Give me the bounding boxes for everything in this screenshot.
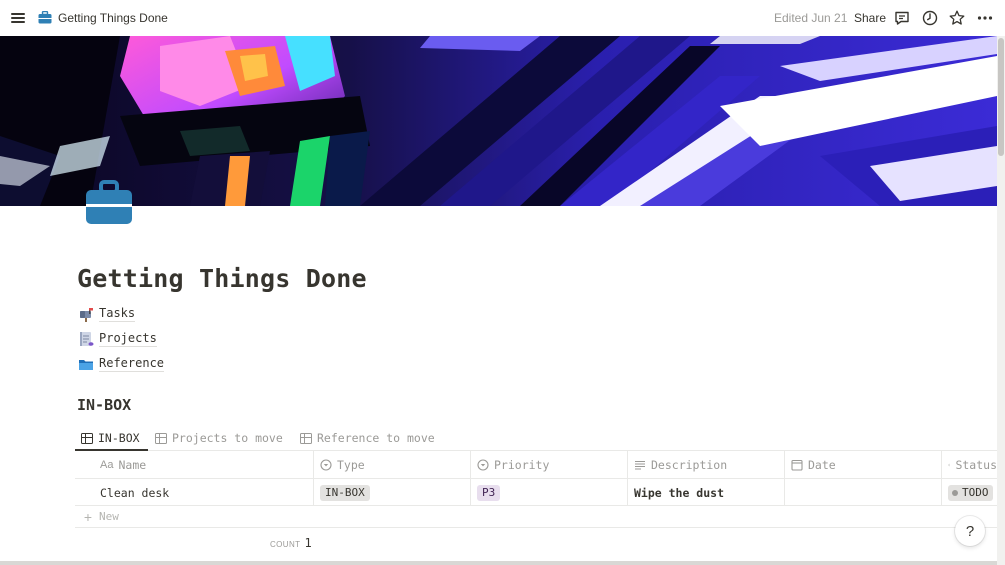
tab-label: Reference to move	[317, 431, 435, 445]
table-icon	[155, 432, 167, 444]
share-button[interactable]: Share	[854, 11, 886, 25]
link-label: Reference	[99, 356, 165, 372]
new-row-label: New	[99, 510, 119, 523]
select-icon	[320, 459, 332, 471]
tab-reference-to-move[interactable]: Reference to move	[300, 425, 435, 451]
comment-icon[interactable]	[893, 9, 911, 27]
column-label: Name	[118, 458, 147, 472]
cell-status[interactable]: TODO	[942, 479, 997, 506]
notebook-icon	[80, 332, 94, 346]
column-label: Date	[808, 458, 836, 472]
tab-label: Projects to move	[172, 431, 283, 445]
text-property-icon: Aa	[100, 459, 114, 471]
status-tag: TODO	[948, 484, 993, 501]
table-header: Aa Name Type Priority Description Date S…	[75, 451, 997, 479]
plus-icon: +	[83, 508, 93, 525]
menu-icon[interactable]	[10, 10, 26, 26]
cell-date[interactable]	[785, 479, 942, 506]
status-label: TODO	[962, 485, 989, 499]
horizontal-scrollbar[interactable]	[0, 561, 997, 565]
link-label: Projects	[99, 331, 157, 347]
row-count[interactable]: COUNT 1	[270, 536, 312, 550]
table-row[interactable]: Clean desk IN-BOX P3 Wipe the dust TODO	[75, 479, 997, 506]
link-projects[interactable]: Projects	[78, 329, 157, 349]
tab-projects-to-move[interactable]: Projects to move	[155, 425, 283, 451]
cover-image	[0, 36, 997, 206]
column-header-priority[interactable]: Priority	[471, 451, 628, 479]
edited-timestamp: Edited Jun 21	[774, 11, 848, 25]
priority-tag: P3	[477, 484, 501, 501]
count-label: COUNT	[270, 540, 301, 549]
more-icon[interactable]	[976, 9, 994, 27]
link-reference[interactable]: Reference	[78, 354, 165, 374]
star-icon[interactable]	[948, 9, 966, 27]
type-tag: IN-BOX	[320, 484, 370, 501]
link-tasks[interactable]: Tasks	[78, 304, 136, 324]
column-header-name[interactable]: Aa Name	[94, 451, 314, 479]
text-icon	[635, 460, 645, 470]
help-button[interactable]: ?	[955, 516, 985, 546]
status-icon	[948, 463, 951, 467]
view-tabs: IN-BOX Projects to move Reference to mov…	[75, 425, 997, 451]
cell-type[interactable]: IN-BOX	[314, 479, 471, 506]
column-label: Description	[651, 458, 728, 472]
select-icon	[477, 459, 489, 471]
scrollbar-thumb[interactable]	[998, 38, 1004, 156]
page-title[interactable]: Getting Things Done	[77, 264, 367, 293]
cell-name[interactable]: Clean desk	[94, 479, 314, 506]
breadcrumb-page-title[interactable]: Getting Things Done	[58, 11, 168, 25]
count-value: 1	[304, 536, 312, 550]
briefcase-icon[interactable]	[84, 180, 134, 228]
column-header-date[interactable]: Date	[785, 451, 942, 479]
cell-description[interactable]: Wipe the dust	[628, 479, 785, 506]
status-dot	[952, 489, 958, 496]
new-row-button[interactable]: + New	[75, 506, 997, 528]
top-bar: Getting Things Done Edited Jun 21 Share	[0, 0, 1005, 36]
mailbox-icon	[80, 308, 93, 322]
folder-icon	[79, 360, 93, 370]
column-header-status[interactable]: Status	[942, 451, 997, 479]
column-label: Status	[955, 458, 997, 472]
table-icon	[300, 432, 312, 444]
calendar-icon	[791, 459, 803, 471]
column-header-description[interactable]: Description	[628, 451, 785, 479]
tab-label: IN-BOX	[98, 431, 140, 445]
clock-icon[interactable]	[921, 9, 939, 27]
section-heading[interactable]: IN-BOX	[77, 396, 131, 414]
cell-priority[interactable]: P3	[471, 479, 628, 506]
briefcase-icon	[38, 11, 52, 24]
column-label: Priority	[494, 458, 550, 472]
table-icon	[81, 432, 93, 444]
column-label: Type	[337, 458, 365, 472]
tab-in-box[interactable]: IN-BOX	[81, 425, 140, 451]
column-header-type[interactable]: Type	[314, 451, 471, 479]
link-label: Tasks	[99, 306, 136, 322]
